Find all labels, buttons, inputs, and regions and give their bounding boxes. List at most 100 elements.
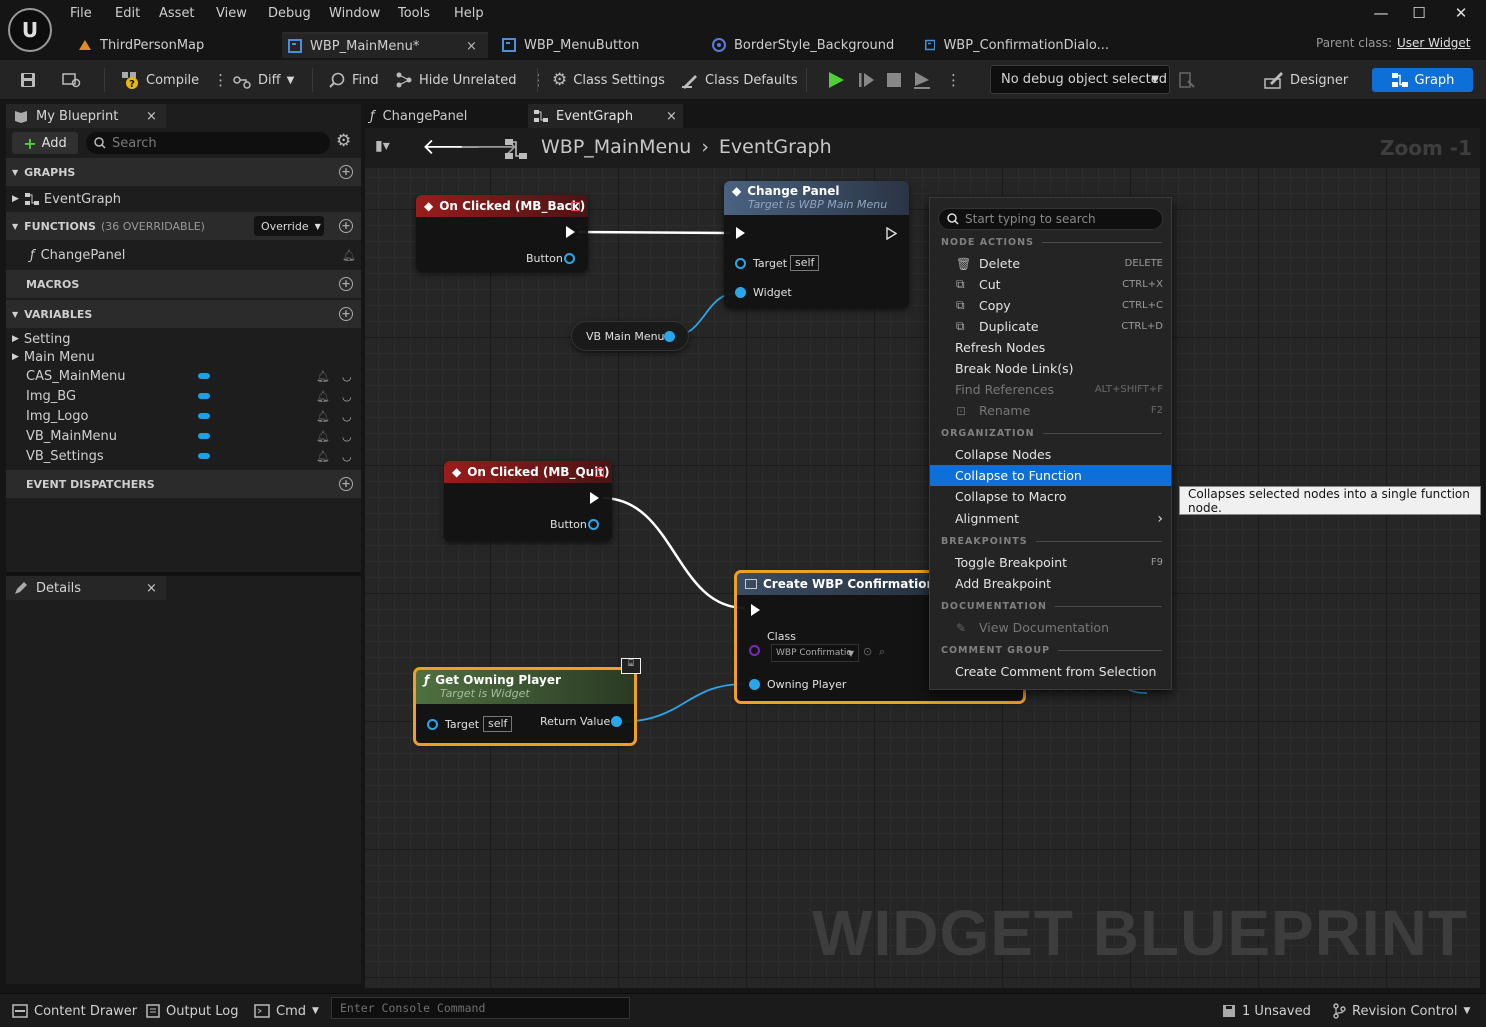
search-input[interactable]: Search: [86, 132, 330, 154]
close-tab-icon[interactable]: ×: [146, 109, 157, 124]
class-settings-button[interactable]: ⚙ Class Settings: [552, 68, 665, 92]
node-change-panel[interactable]: ◆ Change Panel Target is WBP Main Menu Ta…: [724, 181, 909, 308]
compile-button[interactable]: ? Compile ⋮: [120, 68, 228, 92]
add-function-icon[interactable]: +: [339, 219, 353, 233]
target-in-pin[interactable]: [427, 719, 438, 730]
hide-unrelated-button[interactable]: Hide Unrelated ⋮: [395, 68, 546, 92]
add-variable-icon[interactable]: +: [339, 307, 353, 321]
menu-view[interactable]: View: [216, 6, 247, 21]
visibility-eye-icon[interactable]: ◡: [342, 370, 352, 383]
target-self-field[interactable]: self: [790, 255, 820, 271]
menu-item-copy[interactable]: ⧉ Copy CTRL+C: [930, 295, 1171, 316]
menu-tools[interactable]: Tools: [398, 6, 430, 21]
graph-tab-eventgraph[interactable]: EventGraph ×: [528, 104, 683, 128]
menu-item-alignment[interactable]: Alignment ›: [930, 508, 1171, 529]
details-tab[interactable]: Details ×: [6, 576, 166, 600]
exec-out-pin[interactable]: [590, 492, 599, 504]
unsaved-button[interactable]: 1 Unsaved: [1222, 1001, 1311, 1021]
console-command-input[interactable]: Enter Console Command: [331, 997, 630, 1019]
output-log-button[interactable]: Output Log: [146, 1001, 239, 1021]
doc-tab-wbp-confirmation[interactable]: WBP_ConfirmationDialo...: [919, 32, 1109, 58]
expand-arrow-icon[interactable]: ▶: [12, 194, 19, 204]
menu-item-toggle-breakpoint[interactable]: Toggle Breakpoint F9: [930, 552, 1171, 573]
exec-out-pin[interactable]: [566, 226, 575, 238]
add-macro-icon[interactable]: +: [339, 277, 353, 291]
menu-item-view-documentation[interactable]: ✎ View Documentation: [930, 617, 1171, 638]
breadcrumb-leaf[interactable]: EventGraph: [719, 136, 832, 158]
menu-item-duplicate[interactable]: ⧉ Duplicate CTRL+D: [930, 316, 1171, 337]
add-button[interactable]: + Add: [12, 132, 78, 154]
macros-section-header[interactable]: MACROS +: [6, 270, 361, 298]
menu-help[interactable]: Help: [454, 6, 484, 21]
hide-unrelated-options-icon[interactable]: ⋮: [531, 71, 546, 89]
bookmark-icon[interactable]: ▮▾: [375, 138, 390, 154]
exec-out-pin[interactable]: [886, 227, 897, 240]
target-self-field[interactable]: self: [483, 716, 513, 732]
menu-item-collapse-to-function[interactable]: Collapse to Function: [930, 465, 1171, 486]
target-in-pin[interactable]: [735, 258, 746, 269]
doc-tab-wbp-mainmenu[interactable]: WBP_MainMenu* ×: [282, 32, 488, 58]
close-tab-icon[interactable]: ×: [146, 581, 157, 596]
button-out-pin[interactable]: [588, 519, 599, 530]
context-search-input[interactable]: Start typing to search: [938, 208, 1163, 230]
expand-arrow-icon[interactable]: ▶: [12, 352, 19, 362]
graph-mode-button[interactable]: Graph: [1372, 68, 1473, 92]
expand-arrow-icon[interactable]: ▶: [12, 334, 19, 344]
menu-window[interactable]: Window: [329, 6, 380, 21]
doc-tab-borderstyle[interactable]: BorderStyle_Background: [706, 32, 911, 58]
owning-player-in-pin[interactable]: [749, 679, 760, 690]
class-defaults-button[interactable]: Class Defaults: [681, 68, 798, 92]
menu-asset[interactable]: Asset: [159, 6, 195, 21]
delegate-pin-icon[interactable]: [571, 201, 580, 211]
designer-button[interactable]: Designer: [1264, 68, 1348, 92]
node-on-clicked-back[interactable]: ◆ On Clicked (MB_Back) Button: [416, 195, 588, 272]
minimize-icon[interactable]: —: [1366, 4, 1396, 26]
search-icon[interactable]: ⌕: [879, 645, 885, 659]
maximize-icon[interactable]: ☐: [1404, 4, 1434, 26]
settings-gear-icon[interactable]: ⚙: [336, 131, 351, 151]
close-tab-icon[interactable]: ×: [466, 39, 477, 54]
event-graph-canvas[interactable]: ◆ On Clicked (MB_Back) Button ◆ Change Pa…: [365, 168, 1480, 988]
menu-item-add-breakpoint[interactable]: Add Breakpoint: [930, 573, 1171, 594]
menu-item-collapse-nodes[interactable]: Collapse Nodes: [930, 444, 1171, 465]
variables-section-header[interactable]: ▼ VARIABLES +: [6, 300, 361, 328]
browse-arrow-icon[interactable]: ⊙: [863, 645, 872, 658]
graph-tab-changepanel[interactable]: ƒ ChangePanel: [370, 104, 520, 128]
vb-main-menu-out-pin[interactable]: [664, 331, 675, 342]
cmd-dropdown[interactable]: Cmd ▼: [254, 1001, 319, 1021]
event-dispatchers-section-header[interactable]: EVENT DISPATCHERS +: [6, 470, 361, 498]
save-icon[interactable]: [20, 68, 36, 92]
exec-in-pin[interactable]: [736, 227, 745, 239]
my-blueprint-tab[interactable]: My Blueprint ×: [6, 104, 166, 128]
menu-item-break-links[interactable]: Break Node Link(s): [930, 358, 1171, 379]
content-drawer-button[interactable]: Content Drawer: [12, 1001, 137, 1021]
menu-item-find-references[interactable]: Find References ALT+SHIFT+F: [930, 379, 1171, 400]
find-button[interactable]: Find: [328, 68, 379, 92]
unreal-logo-icon[interactable]: U: [8, 8, 52, 52]
doc-tab-wbp-menubutton[interactable]: WBP_MenuButton: [496, 32, 696, 58]
add-graph-icon[interactable]: +: [339, 165, 353, 179]
variable-category-setting[interactable]: ▶ Setting: [6, 330, 361, 348]
step-button[interactable]: [856, 68, 876, 92]
add-event-dispatcher-icon[interactable]: +: [339, 477, 353, 491]
compile-options-icon[interactable]: ⋮: [213, 71, 228, 89]
close-tab-icon[interactable]: ×: [666, 109, 677, 124]
override-dropdown[interactable]: Override ▼: [254, 216, 324, 236]
variable-item-vb-mainmenu[interactable]: VB_MainMenu 🔔︎ ◡: [6, 426, 361, 446]
variable-category-main-menu[interactable]: ▶ Main Menu: [6, 348, 361, 366]
variable-item-cas-mainmenu[interactable]: CAS_MainMenu 🔔︎ ◡: [6, 366, 361, 386]
visibility-eye-icon[interactable]: ◡: [342, 430, 352, 443]
doc-tab-thirdpersonmap[interactable]: ThirdPersonMap: [72, 32, 277, 58]
variable-item-vb-settings[interactable]: VB_Settings 🔔︎ ◡: [6, 446, 361, 466]
menu-item-create-comment[interactable]: Create Comment from Selection: [930, 661, 1171, 682]
menu-item-rename[interactable]: ⊡ Rename F2: [930, 400, 1171, 421]
stop-button[interactable]: [885, 68, 903, 92]
debug-object-select[interactable]: No debug object selected ▼: [990, 65, 1170, 94]
functions-section-header[interactable]: ▼ FUNCTIONS (36 OVERRIDABLE) Override ▼ …: [6, 212, 361, 240]
menu-item-collapse-to-macro[interactable]: Collapse to Macro: [930, 486, 1171, 507]
debug-filter-icon[interactable]: [1178, 68, 1196, 92]
revision-control-button[interactable]: Revision Control ▼: [1332, 1001, 1470, 1021]
visibility-eye-icon[interactable]: ◡: [342, 450, 352, 463]
menu-edit[interactable]: Edit: [115, 6, 140, 21]
menu-file[interactable]: File: [70, 6, 92, 21]
